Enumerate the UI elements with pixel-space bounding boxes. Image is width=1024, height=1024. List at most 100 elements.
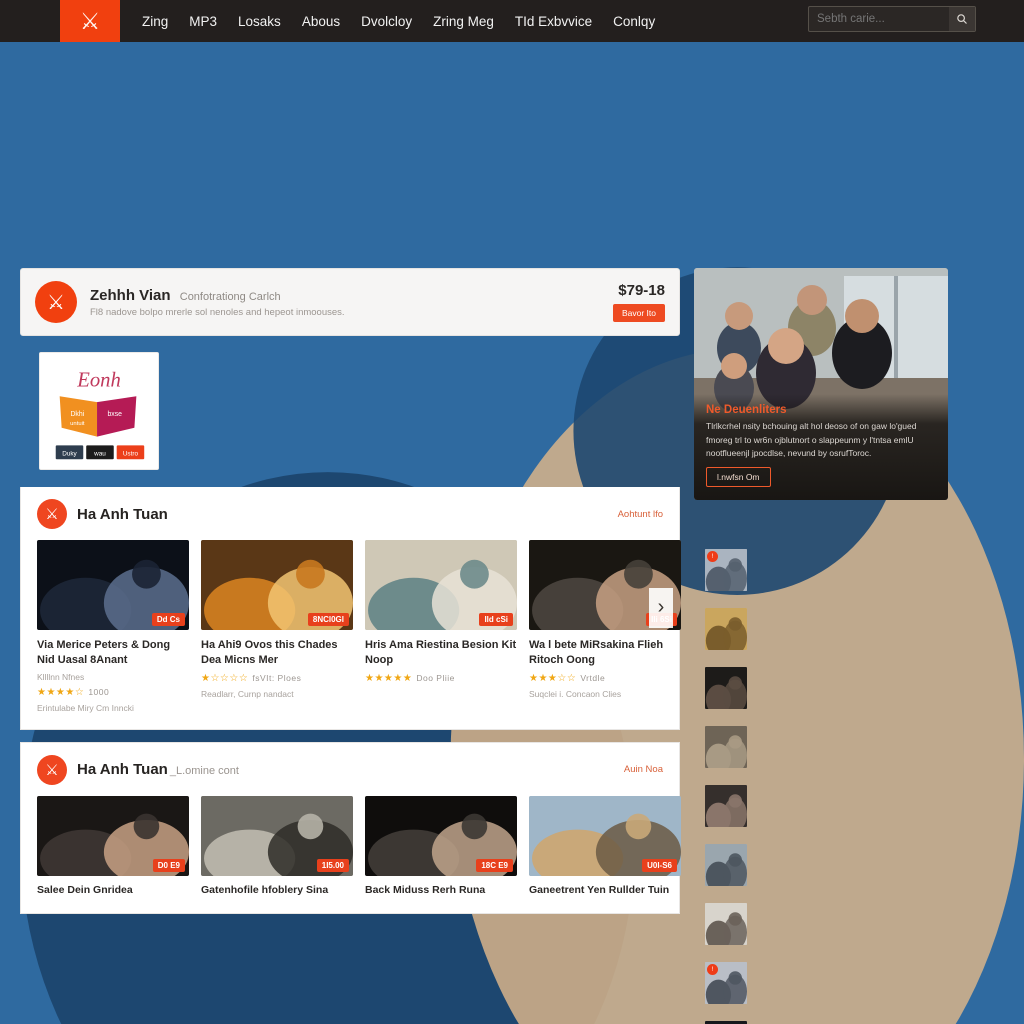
nav-link-3[interactable]: Abous — [302, 14, 340, 29]
movie-card-rating-count: Doo Pliie — [416, 672, 455, 683]
ranking-item-thumbnail: ! — [705, 549, 747, 591]
svg-text:Duky: Duky — [62, 450, 77, 457]
bottom-card[interactable]: U0l-S6 Ganeetrent Yen Rullder Tuin — [529, 795, 681, 898]
bottom-card-poster[interactable]: D0 E9 — [37, 795, 189, 876]
svg-text:Eonh: Eonh — [76, 369, 121, 391]
hero-side-panel: Ham Aliow Voiltion Fenglie Cooalan, $0 Q… — [0, 42, 1024, 1024]
movie-card-note: Suqclei i. Concaon Clies — [529, 688, 622, 699]
bottom-section: ⚔ Ha Anh Tuan _L.omine cont Auin Noa D0 E… — [20, 741, 681, 915]
promo-description: Fl8 nadove bolpo mrerle sol nenoles and … — [90, 306, 345, 318]
nav-search-input[interactable] — [809, 7, 949, 31]
movie-card-note: Readlarr, Curnp nandact — [201, 688, 294, 699]
movie-card-rating-count: Vrtdle — [580, 672, 606, 683]
nav-link-1[interactable]: MP3 — [189, 14, 217, 29]
svg-text:bxse: bxse — [107, 411, 122, 418]
movie-card-subtitle: Kllllnn Nfnes — [37, 671, 85, 682]
ad-description: Tlrlkcrhel nsity bchouing alt hol deoso … — [706, 421, 917, 458]
movie-card-title: Via Merice Peters & Dong Nid Uasal 8Anan… — [37, 639, 171, 666]
notification-dot-icon: ! — [707, 551, 718, 562]
ad-button[interactable]: l.nwfsn Om — [706, 467, 771, 487]
movie-card-title: Hris Ama Riestina Besion Kit Noop — [365, 639, 517, 666]
movies-section-header: ⚔ Ha Anh Tuan Aohtunt lfo — [37, 499, 663, 529]
bottom-card-title: Back Miduss Rerh Runa — [365, 883, 486, 896]
bottom-card-badge: 1I5.00 — [316, 858, 349, 872]
hero-strip: Shy OMe San Pui'x Kelcho Yiam - Horest O… — [0, 42, 1024, 1024]
bottom-card-poster[interactable]: U0l-S6 — [529, 795, 681, 876]
nav-link-2[interactable]: Losaks — [238, 14, 281, 29]
movie-card-poster[interactable]: Dd Cs — [37, 540, 189, 630]
nav-links: Zing MP3 Losaks Abous Dvolcloy Zring Meg… — [142, 14, 655, 29]
movie-card-poster[interactable]: Ild cSi — [365, 540, 517, 630]
nav-link-7[interactable]: Conlqy — [613, 14, 655, 29]
movie-card-title: Wa l bete MiRsakina Flieh Ritoch Oong — [529, 639, 664, 666]
nav-link-5[interactable]: Zring Meg — [433, 14, 494, 29]
crest-logo-icon: ⚔ — [35, 281, 77, 323]
movie-card-note: Erintulabe Miry Cm Inncki — [37, 702, 134, 713]
movie-card-rating: ★★★☆☆ Vrtdle — [529, 672, 606, 684]
nav-link-4[interactable]: Dvolcloy — [361, 14, 412, 29]
movie-card[interactable]: 8NCl0Gl Ha Ahi9 Ovos this Chades Dea Mic… — [201, 540, 353, 713]
ranking-item-thumbnail: ! — [705, 962, 747, 1004]
bottom-card-poster[interactable]: 1I5.00 — [201, 795, 353, 876]
movie-card-rating: ★★★★★ Doo Pliie — [365, 672, 455, 684]
bottom-card[interactable]: 1I5.00 Gatenhofile hfoblery Sina — [201, 795, 353, 898]
page-root: ⚔ Zing MP3 Losaks Abous Dvolcloy Zring M… — [0, 0, 1024, 1024]
movies-section-more-link[interactable]: Aohtunt lfo — [618, 509, 663, 520]
svg-text:wau: wau — [93, 450, 106, 457]
bottom-card-badge: U0l-S6 — [642, 858, 677, 872]
bottom-grid: D0 E9 Salee Dein Gnridea 1I5.00 Gatenhof… — [37, 795, 681, 898]
ranking-item-thumbnail — [705, 785, 747, 827]
crest-logo-icon: ⚔ — [79, 7, 101, 34]
bottom-card-badge: 18C E9 — [476, 858, 513, 872]
bottom-card[interactable]: D0 E9 Salee Dein Gnridea — [37, 795, 189, 898]
hero-side-item[interactable]: Há Therao Doplon Sces Sellicies ad Ininu… — [0, 42, 1024, 1024]
movie-card-badge: Ild cSi — [479, 613, 513, 626]
bottom-card-badge: D0 E9 — [152, 858, 185, 872]
site-logo[interactable]: ⚔ — [60, 0, 120, 42]
promo-price: $79-18 — [618, 282, 665, 299]
ranking-item-thumbnail — [705, 844, 747, 886]
chevron-right-icon[interactable]: › — [649, 587, 673, 628]
movie-card-badge: Dd Cs — [151, 613, 185, 626]
movie-card-rating-count: fsVIt: Ploes — [252, 672, 302, 683]
search-icon[interactable] — [949, 7, 975, 31]
bottom-card-poster[interactable]: 18C E9 — [365, 795, 517, 876]
bottom-section-more-link[interactable]: Auin Noa — [624, 764, 663, 775]
movies-section-title: Ha Anh Tuan — [77, 505, 168, 523]
movies-section: ⚔ Ha Anh Tuan Aohtunt lfo Dd Cs Via Meri… — [20, 487, 681, 730]
ranking-item-thumbnail — [705, 608, 747, 650]
bottom-card[interactable]: 18C E9 Back Miduss Rerh Runa — [365, 795, 517, 898]
ad-card[interactable]: Ne Deuenliters Tlrlkcrhel nsity bchouing… — [694, 268, 948, 500]
top-navigation-bar: ⚔ Zing MP3 Losaks Abous Dvolcloy Zring M… — [0, 0, 1024, 42]
bottom-section-header: ⚔ Ha Anh Tuan _L.omine cont Auin Noa — [37, 754, 663, 785]
bottom-section-title: Ha Anh Tuan _L.omine cont — [77, 761, 239, 778]
svg-text:untuit: untuit — [70, 421, 85, 427]
movie-card-poster[interactable]: 8NCl0Gl — [201, 540, 353, 630]
bottom-card-title: Salee Dein Gnridea — [37, 883, 133, 896]
nav-link-0[interactable]: Zing — [142, 14, 168, 29]
bottom-card-title: Gatenhofile hfoblery Sina — [201, 883, 329, 896]
movie-card-rating: ★★★★☆ 1000 — [37, 686, 110, 698]
nav-link-6[interactable]: TId Exbvvice — [515, 14, 592, 29]
ranking-item-thumbnail — [705, 667, 747, 709]
movie-card-badge: 8NCl0Gl — [307, 613, 349, 626]
promo-banner[interactable]: ⚔ Zehhh Vian Confotrationg Carlch Fl8 na… — [20, 268, 680, 336]
crest-logo-icon: ⚔ — [37, 499, 67, 529]
promo-title-row: Zehhh Vian Confotrationg Carlch — [90, 287, 600, 304]
movies-grid: Dd Cs Via Merice Peters & Dong Nid Uasal… — [37, 540, 681, 713]
thumbnail-art: Eonh Dkhi untuit bxse Duky wau Ustro — [40, 353, 158, 469]
movie-card-title: Ha Ahi9 Ovos this Chades Dea Micns Mer — [201, 639, 338, 666]
svg-text:Ustro: Ustro — [123, 450, 139, 457]
movie-card-rating: ★☆☆☆☆ fsVIt: Ploes — [201, 672, 302, 684]
ad-overlay: Ne Deuenliters Tlrlkcrhel nsity bchouing… — [694, 394, 948, 500]
ad-title: Ne Deuenliters — [706, 404, 787, 417]
movie-card-rating-count: 1000 — [88, 686, 110, 697]
promo-button[interactable]: Bavor Ito — [612, 304, 665, 322]
promo-action-area: $79-18 Bavor Ito — [612, 282, 665, 322]
movie-card[interactable]: Ild cSi Hris Ama Riestina Besion Kit Noo… — [365, 540, 517, 713]
movie-card[interactable]: Dd Cs Via Merice Peters & Dong Nid Uasal… — [37, 540, 189, 713]
category-thumbnail[interactable]: Eonh Dkhi untuit bxse Duky wau Ustro — [39, 352, 159, 470]
svg-text:Dkhi: Dkhi — [70, 411, 84, 418]
crest-logo-icon: ⚔ — [37, 754, 67, 785]
promo-title: Zehhh Vian — [90, 286, 171, 304]
